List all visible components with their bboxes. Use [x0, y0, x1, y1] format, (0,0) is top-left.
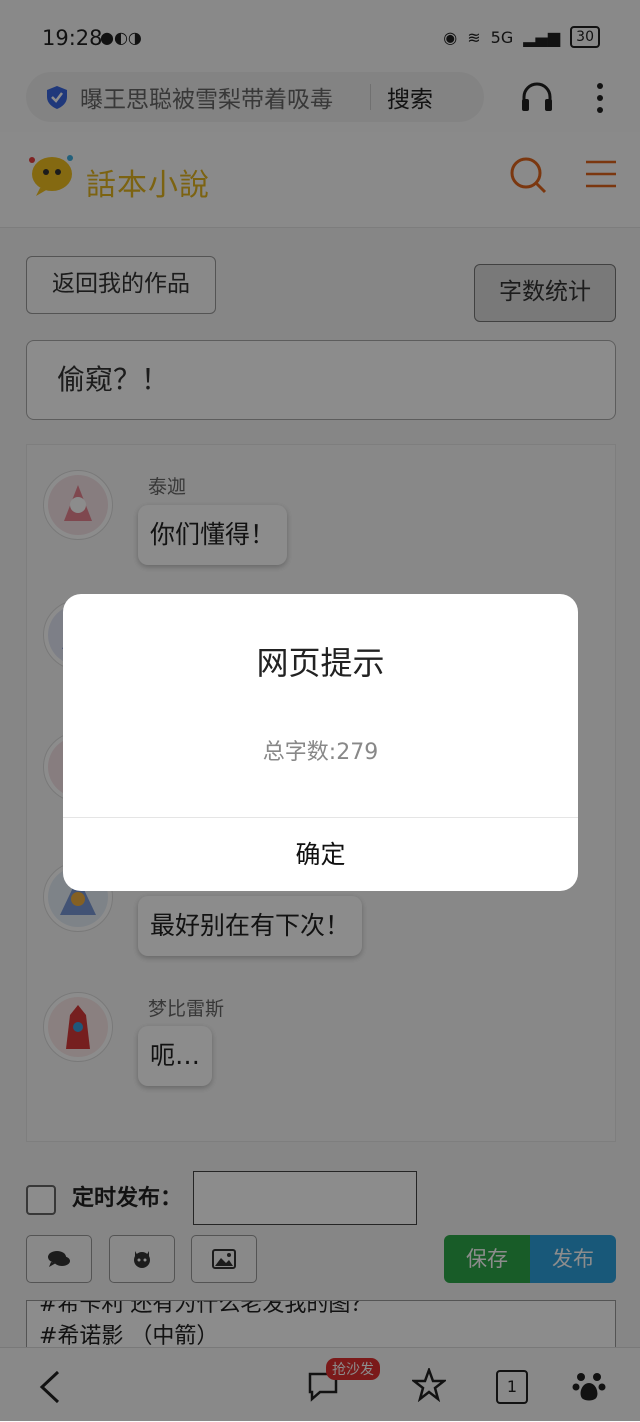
confirm-button[interactable]: 确定: [63, 818, 578, 891]
alert-dialog: 网页提示 总字数:279 确定: [63, 594, 578, 891]
dialog-title: 网页提示: [256, 644, 385, 682]
dialog-message: 总字数:279: [262, 740, 379, 765]
